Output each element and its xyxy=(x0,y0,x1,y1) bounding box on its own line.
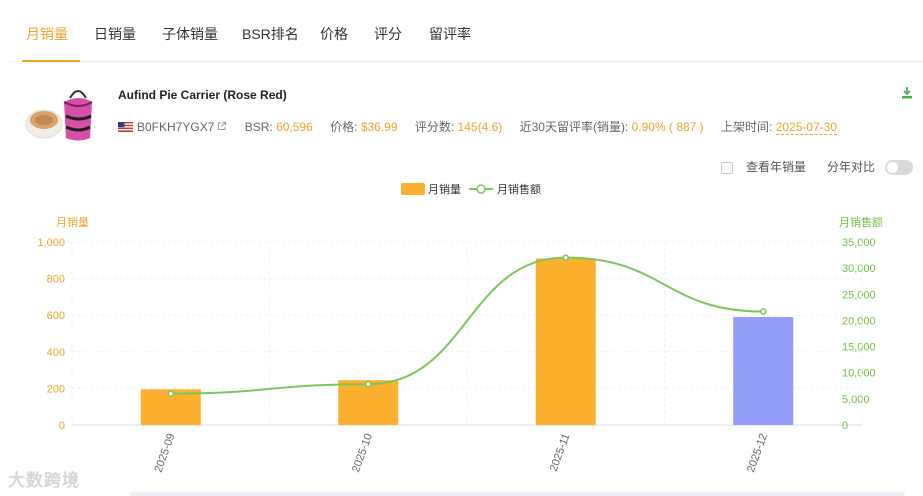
line-point-2025-10[interactable] xyxy=(365,380,372,388)
bsr-label: BSR: xyxy=(244,120,273,134)
x-tick-label: 2025-10 xyxy=(350,432,375,474)
price-value: $36.99 xyxy=(360,120,398,134)
product-title[interactable]: Aufind Pie Carrier (Rose Red) xyxy=(118,88,287,102)
y2-tick-label: 30,000 xyxy=(842,263,876,275)
y-tick-label: 1,000 xyxy=(37,237,65,249)
ratings-value: 145(4.6) xyxy=(457,120,503,134)
tab-variant-sales[interactable]: 子体销量 xyxy=(162,24,218,44)
legend-marker-line xyxy=(476,184,486,194)
x-tick-label: 2025-09 xyxy=(152,432,177,474)
tab-bsr-rank[interactable]: BSR排名 xyxy=(242,24,299,44)
tab-price[interactable]: 价格 xyxy=(320,24,348,44)
y-tick-label: 800 xyxy=(47,274,65,286)
y2-tick-label: 20,000 xyxy=(842,315,876,327)
y2-tick-label: 5,000 xyxy=(842,394,870,406)
tab-daily-sales[interactable]: 日销量 xyxy=(94,24,136,44)
legend-label-line: 月销售额 xyxy=(497,182,541,196)
yearly-sales-checkbox[interactable] xyxy=(721,162,733,174)
y-tick-label: 0 xyxy=(59,420,65,432)
review-rate-label: 近30天留评率(销量): xyxy=(519,120,629,134)
legend-swatch-bars[interactable] xyxy=(401,183,425,195)
bar-2025-11[interactable] xyxy=(535,258,596,425)
x-tick-label: 2025-12 xyxy=(745,432,770,474)
ratings-label: 评分数: xyxy=(414,120,455,134)
tab-monthly-sales[interactable]: 月销量 xyxy=(26,24,68,44)
toggle-knob xyxy=(887,162,898,173)
y-tick-label: 400 xyxy=(47,347,65,359)
sales-chart: 月销量 月销售额月销量 月销售额02004006008001,00005,00010… xyxy=(37,182,883,474)
bar-2025-12[interactable] xyxy=(733,317,794,425)
bsr-value: 60,596 xyxy=(276,120,313,134)
yoy-compare-label: 分年对比 xyxy=(827,160,876,174)
product-image[interactable] xyxy=(24,80,104,144)
y-tick-label: 600 xyxy=(47,310,65,322)
y2-tick-label: 0 xyxy=(842,420,848,432)
y2-tick-label: 10,000 xyxy=(842,368,876,380)
launch-label: 上架时间: xyxy=(721,120,773,134)
y2-tick-label: 35,000 xyxy=(842,237,876,249)
y2-axis-title: 月销售额 xyxy=(839,215,883,229)
external-link-icon[interactable] xyxy=(217,121,227,131)
watermark-logo: 大数跨境 xyxy=(8,471,80,490)
chart-tabs: 月销量 日销量 子体销量 BSR排名 价格 评分 留评率 xyxy=(10,0,923,62)
review-rate-value: 0.90% ( 887 ) xyxy=(631,120,704,134)
yoy-compare-toggle[interactable] xyxy=(885,160,913,175)
bottom-scrollbar[interactable] xyxy=(130,492,905,496)
asin-link[interactable]: B0FKH7YGX7 xyxy=(137,120,214,134)
y-axis-title: 月销量 xyxy=(56,215,89,229)
yearly-sales-label[interactable]: 查看年销量 xyxy=(746,158,806,175)
legend-label-bars: 月销量 xyxy=(428,182,461,196)
price-label: 价格: xyxy=(330,120,358,134)
tab-review-rate[interactable]: 留评率 xyxy=(429,24,471,44)
y2-tick-label: 15,000 xyxy=(842,342,876,354)
launch-date-value: 2025-07-30 xyxy=(775,120,838,135)
x-tick-label: 2025-11 xyxy=(548,432,573,473)
line-point-2025-09[interactable] xyxy=(167,390,174,397)
tab-rating[interactable]: 评分 xyxy=(374,24,402,44)
product-meta: B0FKH7YGX7 BSR: 60,596 价格: $36.99 评分数: 1… xyxy=(118,118,851,135)
y-tick-label: 200 xyxy=(47,383,65,395)
line-point-2025-11[interactable] xyxy=(562,254,569,261)
active-tab-indicator xyxy=(22,60,80,62)
line-point-2025-12[interactable] xyxy=(760,308,767,315)
download-icon[interactable] xyxy=(900,86,914,100)
y2-tick-label: 25,000 xyxy=(842,289,876,301)
us-flag-icon xyxy=(118,122,133,132)
